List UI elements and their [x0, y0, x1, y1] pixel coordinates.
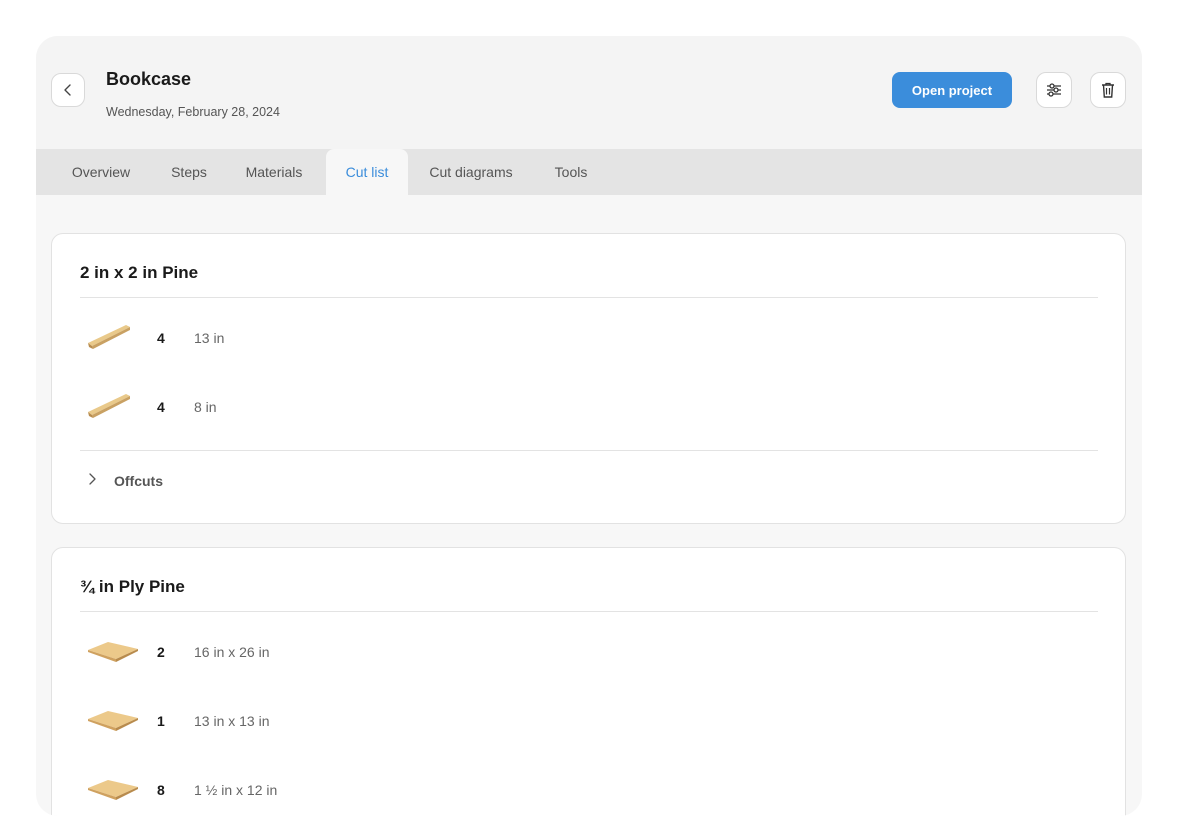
cut-quantity: 8 [157, 782, 165, 798]
offcuts-toggle[interactable]: Offcuts [80, 465, 280, 495]
cut-row: 2 16 in x 26 in [80, 633, 680, 673]
cut-size: 16 in x 26 in [194, 644, 270, 660]
material-card: 2 in x 2 in Pine 4 13 in 4 8 in Offcuts [51, 233, 1126, 524]
tab-cut-list[interactable]: Cut list [326, 149, 408, 195]
cut-size: 1 ½ in x 12 in [194, 782, 278, 798]
cut-size: 8 in [194, 399, 217, 415]
project-date: Wednesday, February 28, 2024 [106, 105, 280, 119]
cut-quantity: 4 [157, 330, 165, 346]
divider [80, 297, 1098, 298]
sheet-icon [88, 711, 138, 731]
board-icon [88, 394, 130, 418]
tab-cut-diagrams[interactable]: Cut diagrams [416, 149, 526, 195]
divider [80, 450, 1098, 451]
back-button[interactable] [51, 73, 85, 107]
trash-icon [1102, 82, 1114, 98]
cut-quantity: 1 [157, 713, 165, 729]
material-title: 2 in x 2 in Pine [80, 263, 199, 282]
chevron-left-icon [64, 84, 71, 96]
cut-row: 4 8 in [80, 388, 680, 428]
cut-quantity: 2 [157, 644, 165, 660]
project-header: Bookcase Wednesday, February 28, 2024 Op… [36, 36, 1142, 149]
cut-row: 1 13 in x 13 in [80, 702, 680, 742]
tab-materials[interactable]: Materials [232, 149, 316, 195]
divider [80, 611, 1098, 612]
chevron-right-icon [89, 473, 96, 485]
settings-button[interactable] [1036, 72, 1072, 108]
cut-size: 13 in x 13 in [194, 713, 270, 729]
sheet-icon [88, 780, 138, 800]
tab-bar: Overview Steps Materials Cut list Cut di… [36, 149, 1142, 195]
project-title: Bookcase [106, 69, 192, 89]
material-title: ¾ in Ply Pine [80, 577, 185, 596]
tab-steps[interactable]: Steps [156, 149, 222, 195]
cut-size: 13 in [194, 330, 225, 346]
tab-overview[interactable]: Overview [56, 149, 146, 195]
sheet-icon [88, 642, 138, 662]
project-window: Bookcase Wednesday, February 28, 2024 Op… [36, 36, 1142, 816]
cut-row: 8 1 ½ in x 12 in [80, 771, 680, 811]
cut-quantity: 4 [157, 399, 165, 415]
open-project-button[interactable]: Open project [892, 72, 1012, 108]
sliders-icon [1047, 83, 1061, 97]
board-icon [88, 325, 130, 349]
material-card: ¾ in Ply Pine 2 16 in x 26 in 1 13 in x … [51, 547, 1126, 816]
delete-button[interactable] [1090, 72, 1126, 108]
tab-tools[interactable]: Tools [536, 149, 606, 195]
offcuts-label: Offcuts [114, 473, 163, 489]
cut-row: 4 13 in [80, 319, 680, 359]
